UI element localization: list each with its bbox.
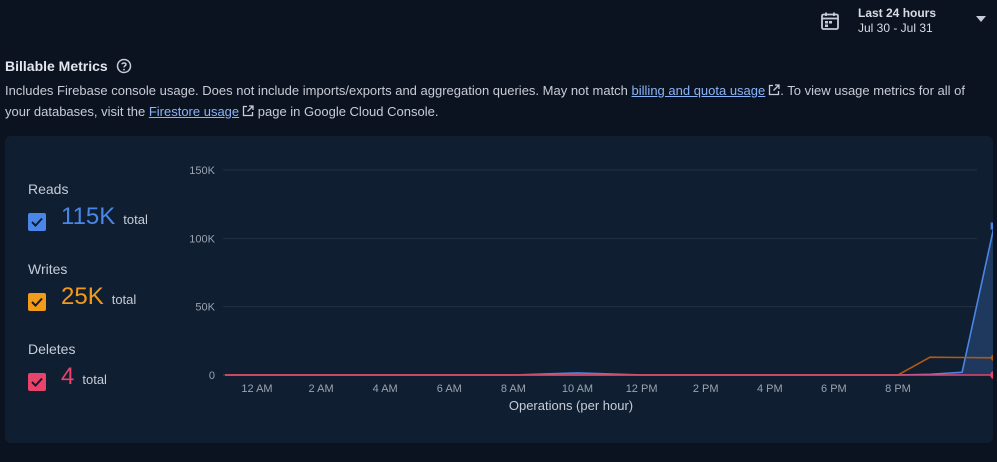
billing-quota-link[interactable]: billing and quota usage (632, 83, 766, 98)
x-tick-label: 4 PM (757, 383, 783, 395)
chevron-down-icon (976, 16, 986, 22)
date-range-selector[interactable]: Last 24 hours Jul 30 - Jul 31 (816, 6, 992, 38)
firestore-usage-link[interactable]: Firestore usage (149, 104, 239, 119)
x-tick-label: 10 AM (562, 383, 593, 395)
external-link-icon (242, 105, 254, 117)
series-line-writes (224, 356, 993, 376)
series-line-reads (224, 227, 993, 376)
point-marker (990, 222, 993, 230)
section-header: Billable Metrics (5, 58, 132, 74)
section-description: Includes Firebase console usage. Does no… (5, 80, 990, 122)
operations-chart: 0 50K 100K 150K 12 AM 2 AM 4 AM 6 AM 8 AM 10 AM 12… (189, 165, 993, 413)
x-tick-label: 2 PM (693, 383, 719, 395)
series-area-reads (224, 231, 993, 375)
y-tick-label: 50K (195, 302, 215, 314)
section-title: Billable Metrics (5, 58, 108, 74)
help-icon[interactable] (116, 58, 132, 74)
y-tick-label: 100K (189, 233, 215, 245)
y-tick-label: 150K (189, 165, 215, 177)
x-tick-label: 12 PM (626, 383, 658, 395)
date-range-dates: Jul 30 - Jul 31 (858, 21, 933, 35)
x-tick-label: 8 PM (885, 383, 911, 395)
external-link-icon (769, 84, 780, 96)
x-tick-label: 6 AM (437, 383, 462, 395)
calendar-icon (821, 12, 839, 30)
x-axis-label: Operations (per hour) (509, 398, 633, 413)
x-tick-label: 8 AM (501, 383, 526, 395)
x-tick-label: 6 PM (821, 383, 847, 395)
metrics-panel: Reads 115K total Writes 25K total Delete… (5, 136, 993, 443)
description-text: Includes Firebase console usage. Does no… (5, 83, 632, 98)
description-text: page in Google Cloud Console. (254, 104, 439, 119)
y-tick-label: 0 (209, 370, 215, 382)
x-tick-label: 4 AM (373, 383, 398, 395)
x-tick-label: 12 AM (241, 383, 272, 395)
date-range-label: Last 24 hours (858, 6, 937, 20)
x-tick-label: 2 AM (309, 383, 334, 395)
